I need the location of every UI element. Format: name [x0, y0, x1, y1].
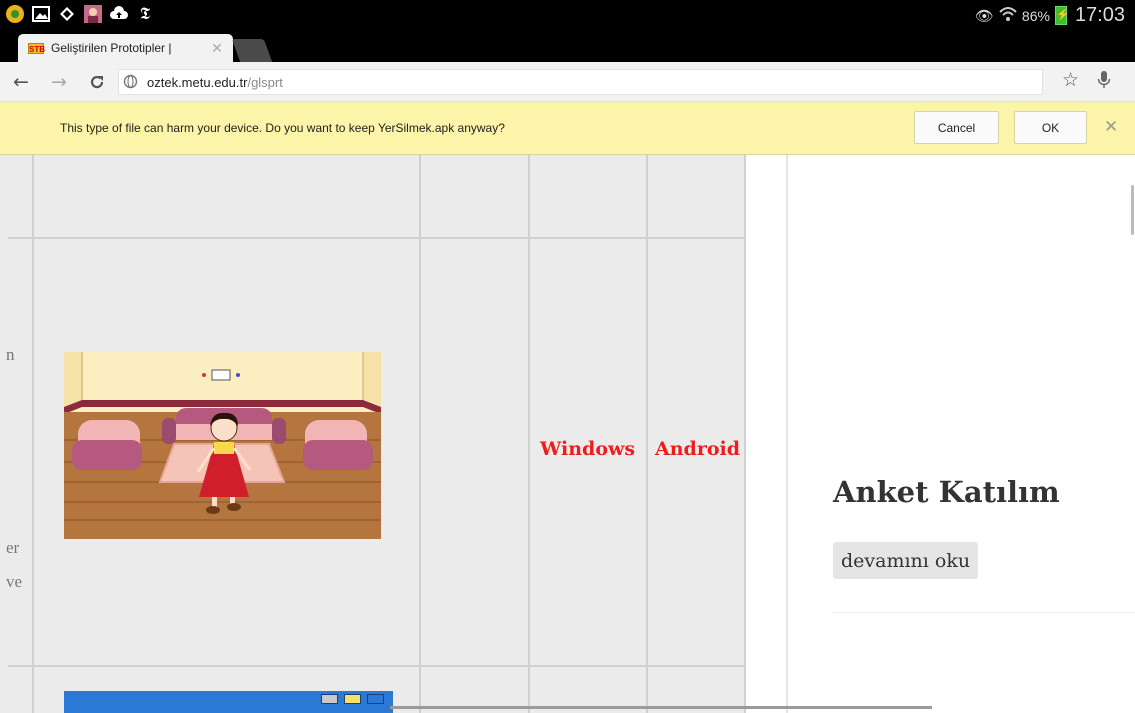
clock: 17:03: [1074, 4, 1125, 26]
post-title[interactable]: Anket Katılım: [833, 475, 1060, 509]
post-separator: [833, 612, 1135, 613]
battery-percent: 86%: [1021, 7, 1050, 24]
download-warning-infobar: This type of file can harm your device. …: [0, 102, 1135, 155]
bookmark-star-icon[interactable]: ☆: [1062, 69, 1079, 91]
avatar-app-icon: [82, 3, 104, 25]
web-page: n er ve Windows Android Anket Katılım de…: [0, 155, 1135, 713]
tab-strip: STB Geliştirilen Prototipler | ✕: [0, 31, 1135, 62]
status-bar: 𝕿 👁 86% 17:03: [0, 0, 1135, 31]
prototype-screenshot-2[interactable]: [64, 691, 393, 713]
sidebar-border: [786, 155, 788, 713]
address-bar[interactable]: oztek.metu.edu.tr/glsprt: [118, 69, 1043, 95]
cloud-upload-icon: [108, 3, 130, 25]
microphone-icon[interactable]: [1097, 70, 1111, 95]
url-host: oztek.metu.edu.tr: [147, 74, 248, 90]
browser-window: 𝕿 👁 86% 17:03 STB Geliştirilen Prototipl…: [0, 0, 1135, 713]
ok-button[interactable]: OK: [1014, 111, 1087, 144]
cancel-button[interactable]: Cancel: [914, 111, 999, 144]
table-row-divider: [8, 665, 746, 667]
clipped-text: er: [6, 538, 20, 557]
horizontal-scrollbar[interactable]: [390, 706, 932, 709]
wifi-icon: [999, 6, 1017, 26]
notification-app-icon: [4, 3, 26, 25]
eye-icon: 👁: [974, 6, 994, 25]
favicon-icon: STB: [28, 42, 45, 54]
prototype-screenshot[interactable]: [64, 352, 381, 539]
toolbar: ← → oztek.metu.edu.tr/glsprt ☆: [0, 62, 1135, 102]
system-status: 👁 86% 17:03: [975, 0, 1125, 31]
tab-title: Geliştirilen Prototipler |: [51, 41, 172, 55]
minimize-icon: [321, 694, 338, 704]
gallery-icon: [30, 3, 52, 25]
vertical-scrollbar[interactable]: [1131, 185, 1134, 235]
notification-icons: 𝕿: [4, 3, 156, 25]
forward-icon[interactable]: →: [46, 69, 72, 95]
new-tab-button[interactable]: [231, 39, 273, 62]
store-icon: [56, 3, 78, 25]
maximize-icon: [344, 694, 361, 704]
clipped-text: n: [6, 345, 15, 364]
close-tab-icon[interactable]: ✕: [207, 40, 227, 57]
newspaper-icon: 𝕿: [139, 4, 151, 24]
clipped-text: ve: [6, 572, 23, 591]
tab-active[interactable]: STB Geliştirilen Prototipler | ✕: [18, 34, 233, 62]
close-infobar-icon[interactable]: ✕: [1104, 117, 1118, 137]
warning-message: This type of file can harm your device. …: [60, 121, 505, 135]
read-more-button[interactable]: devamını oku: [833, 542, 979, 579]
table-row-divider: [8, 237, 746, 239]
windows-download-link[interactable]: Windows: [540, 438, 635, 460]
android-download-link[interactable]: Android: [655, 438, 740, 460]
back-icon[interactable]: ←: [8, 69, 34, 95]
battery-charging-icon: [1054, 6, 1070, 25]
window-icon: [367, 694, 384, 704]
globe-icon: [123, 74, 139, 90]
reload-icon[interactable]: [84, 69, 110, 95]
url-path: /glsprt: [247, 74, 283, 90]
